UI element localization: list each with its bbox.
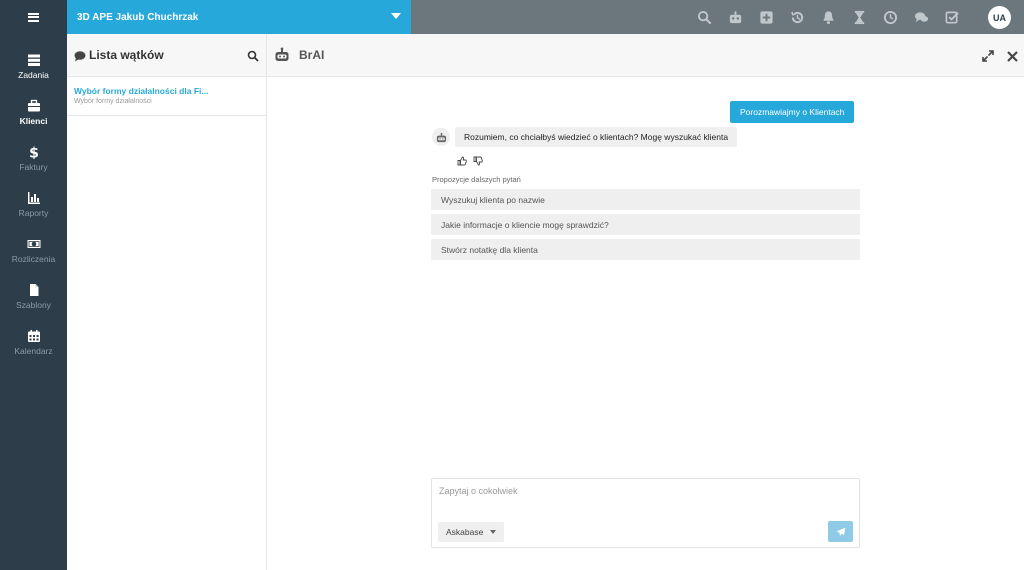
expand-icon[interactable] xyxy=(982,49,994,62)
company-selector[interactable]: 3D APE Jakub Chuchrzak xyxy=(67,0,411,34)
send-button[interactable] xyxy=(828,521,853,542)
sidebar-item-rozliczenia[interactable]: Rozliczenia xyxy=(0,232,67,274)
model-select[interactable]: Askabase xyxy=(438,522,505,542)
briefcase-icon xyxy=(27,99,41,113)
suggestions-label: Propozycje dalszych pytań xyxy=(432,175,521,184)
caret-down-icon xyxy=(490,530,497,534)
thread-list-title: Lista wątków xyxy=(89,48,164,62)
thread-list-header: Lista wątków xyxy=(67,34,266,77)
sidebar-item-label: Rozliczenia xyxy=(11,254,56,264)
top-toolbar xyxy=(696,0,975,34)
tasks-icon xyxy=(27,53,41,67)
suggestion-button[interactable]: Stwórz notatkę dla klienta xyxy=(431,239,860,260)
sidebar-item-kalendarz[interactable]: Kalendarz xyxy=(0,324,67,366)
close-icon[interactable] xyxy=(1007,49,1018,62)
suggestion-button[interactable]: Wyszukuj klienta po nazwie xyxy=(431,189,860,210)
comments-icon[interactable] xyxy=(913,9,929,25)
search-icon[interactable] xyxy=(247,49,259,62)
dollar-icon: $ xyxy=(27,145,41,162)
chat-panel: BrAI Porozmawiajmy o Klientach Rozumiem,… xyxy=(267,34,1024,570)
chat-header: BrAI xyxy=(267,34,1024,77)
bar-chart-icon xyxy=(27,191,41,205)
paper-plane-icon xyxy=(836,527,845,536)
sidebar-item-label: Faktury xyxy=(19,162,48,172)
file-icon xyxy=(27,283,41,297)
sidebar-item-label: Zadania xyxy=(18,70,49,80)
caret-down-icon xyxy=(391,13,401,19)
message-composer: Askabase xyxy=(431,478,860,548)
suggestion-button[interactable]: Jakie informacje o kliencie mogę sprawdz… xyxy=(431,214,860,235)
thread-subtitle: Wybór formy działalności xyxy=(74,98,152,105)
thumbs-down-icon[interactable] xyxy=(473,153,483,166)
hamburger-icon xyxy=(28,12,39,22)
user-message: Porozmawiajmy o Klientach xyxy=(730,101,855,123)
search-icon[interactable] xyxy=(696,9,712,25)
history-icon[interactable] xyxy=(789,9,805,25)
chat-title: BrAI xyxy=(299,48,325,62)
clock-icon[interactable] xyxy=(882,9,898,25)
comment-icon xyxy=(74,49,86,62)
thread-title: Wybór formy działalności dla Fi... xyxy=(74,86,209,96)
sidebar-item-szablony[interactable]: Szablony xyxy=(0,278,67,320)
sidebar-item-label: Kalendarz xyxy=(14,346,53,356)
bot-message-row: Rozumiem, co chciałbyś wiedzieć o klient… xyxy=(432,127,738,147)
money-icon xyxy=(27,237,41,251)
calendar-icon xyxy=(27,329,41,343)
bot-avatar xyxy=(432,128,450,146)
chat-input[interactable] xyxy=(432,479,859,517)
user-avatar[interactable]: UA xyxy=(988,6,1011,29)
plus-square-icon[interactable] xyxy=(758,9,774,25)
svg-text:$: $ xyxy=(29,146,39,160)
sidebar-item-klienci[interactable]: Klienci xyxy=(0,94,67,136)
model-select-value: Askabase xyxy=(446,527,484,537)
sidebar-item-faktury[interactable]: $ Faktury xyxy=(0,140,67,182)
top-bar: 3D APE Jakub Chuchrzak UA xyxy=(0,0,1024,34)
robot-icon xyxy=(274,47,290,63)
message-feedback xyxy=(457,153,489,166)
sidebar-item-zadania[interactable]: Zadania xyxy=(0,48,67,90)
sidebar-item-raporty[interactable]: Raporty xyxy=(0,186,67,228)
thumbs-up-icon[interactable] xyxy=(457,153,467,166)
thread-list-panel: Lista wątków Wybór formy działalności dl… xyxy=(67,34,267,570)
company-name: 3D APE Jakub Chuchrzak xyxy=(77,11,199,23)
menu-toggle-button[interactable] xyxy=(0,0,67,34)
robot-icon[interactable] xyxy=(727,9,743,25)
robot-icon xyxy=(436,132,446,142)
sidebar-item-label: Klienci xyxy=(19,116,48,126)
sidebar-item-label: Szablony xyxy=(16,300,51,310)
bell-icon[interactable] xyxy=(820,9,836,25)
hourglass-icon[interactable] xyxy=(851,9,867,25)
sidebar: Zadania Klienci $ Faktury Raporty Rozlic… xyxy=(0,34,67,570)
thread-list-item[interactable]: Wybór formy działalności dla Fi... Wybór… xyxy=(67,77,266,116)
bot-message: Rozumiem, co chciałbyś wiedzieć o klient… xyxy=(455,127,738,147)
check-square-icon[interactable] xyxy=(944,9,960,25)
sidebar-item-label: Raporty xyxy=(18,208,49,218)
